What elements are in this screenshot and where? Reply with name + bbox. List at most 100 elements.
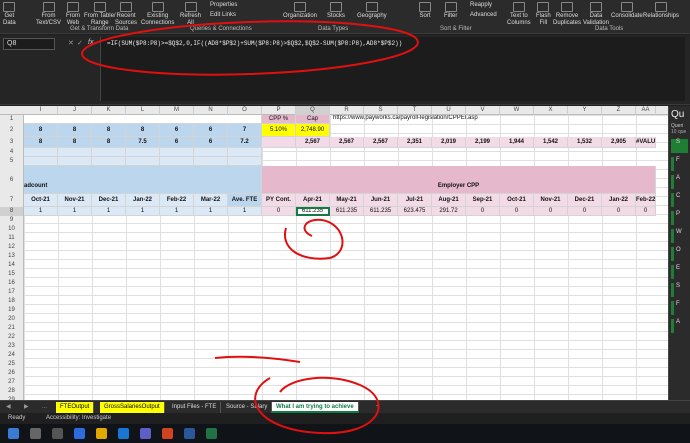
row-header[interactable]: 26 <box>0 369 24 378</box>
query-item[interactable]: W <box>671 229 688 243</box>
cap-label[interactable]: Cap <box>296 115 330 124</box>
cell[interactable] <box>126 157 160 166</box>
cell[interactable]: 1,542 <box>534 137 568 148</box>
cell[interactable]: 1 <box>24 207 58 216</box>
row-header[interactable]: 20 <box>0 315 24 324</box>
query-item[interactable]: A <box>671 319 688 333</box>
ribbon-button[interactable]: Existing Connections <box>141 2 174 27</box>
row-header[interactable]: 15 <box>0 270 24 279</box>
start-icon[interactable] <box>8 428 19 439</box>
query-item[interactable]: F <box>671 157 688 171</box>
cell[interactable] <box>194 148 228 157</box>
month-header[interactable]: Nov-21 <box>58 194 92 207</box>
cell[interactable] <box>58 157 92 166</box>
tab-scroll-right-icon[interactable]: ▶ <box>20 402 33 413</box>
column-header[interactable]: T <box>398 106 432 115</box>
cell[interactable]: 1,532 <box>568 137 602 148</box>
ribbon-button[interactable]: Get Data <box>3 2 16 27</box>
month-header[interactable]: Sep-21 <box>466 194 500 207</box>
ribbon-button[interactable]: Data Validation <box>583 2 609 27</box>
month-header[interactable]: Dec-21 <box>568 194 602 207</box>
column-header[interactable]: J <box>58 106 92 115</box>
column-header[interactable]: P <box>262 106 296 115</box>
month-header[interactable]: Jul-21 <box>398 194 432 207</box>
cell[interactable]: 8 <box>24 124 58 137</box>
cell[interactable]: 8 <box>126 124 160 137</box>
cell[interactable]: 7.2 <box>228 137 262 148</box>
accessibility-status[interactable]: Accessibility: Investigate <box>46 413 111 424</box>
column-header[interactable]: S <box>364 106 398 115</box>
month-header[interactable]: Oct-21 <box>500 194 534 207</box>
month-header[interactable]: Jun-21 <box>364 194 398 207</box>
cap-value[interactable]: 2,748.90 <box>296 124 330 137</box>
column-header[interactable]: N <box>194 106 228 115</box>
worksheet[interactable]: I J K L M N O P Q R S T U V W X Y Z AA 1 2 3 4 5 6 7 8 9 10 11 12 13 14… <box>0 106 668 400</box>
ribbon-button[interactable]: Stocks <box>327 2 345 20</box>
tab-scroll-left-icon[interactable]: ◀ <box>2 402 15 413</box>
teams-icon[interactable] <box>140 428 151 439</box>
row-header[interactable]: 19 <box>0 306 24 315</box>
tab-more[interactable]: ... <box>38 402 51 413</box>
cell[interactable]: 8 <box>24 137 58 148</box>
cell[interactable]: 1,944 <box>500 137 534 148</box>
column-header[interactable]: AA <box>636 106 656 115</box>
cell[interactable]: 6 <box>160 124 194 137</box>
active-cell-q8[interactable]: 611.235 <box>296 207 330 216</box>
row-header[interactable]: 27 <box>0 378 24 387</box>
query-item[interactable]: A <box>671 175 688 189</box>
add-sheet-button[interactable]: + <box>372 402 384 413</box>
column-header[interactable]: U <box>432 106 466 115</box>
file-explorer-icon[interactable] <box>96 428 107 439</box>
month-header[interactable]: Feb-22 <box>160 194 194 207</box>
cell[interactable]: 0 <box>568 207 602 216</box>
cell[interactable] <box>92 157 126 166</box>
cell[interactable] <box>194 157 228 166</box>
cell[interactable]: 1 <box>58 207 92 216</box>
row-header[interactable]: 8 <box>0 207 24 216</box>
ribbon-button[interactable]: Organization <box>283 2 317 20</box>
cell[interactable]: 2,019 <box>432 137 466 148</box>
cancel-icon[interactable]: ✕ <box>68 39 74 47</box>
search-icon[interactable] <box>30 428 41 439</box>
ribbon-button[interactable]: From Web <box>66 2 80 27</box>
month-header[interactable]: Oct-21 <box>24 194 58 207</box>
column-header[interactable]: X <box>534 106 568 115</box>
column-header[interactable]: Z <box>602 106 636 115</box>
cell[interactable]: 1 <box>228 207 262 216</box>
row-header[interactable]: 11 <box>0 234 24 243</box>
ribbon-button[interactable]: Flash Fill <box>536 2 551 27</box>
cell[interactable]: 2,567 <box>296 137 330 148</box>
row-header[interactable]: 25 <box>0 360 24 369</box>
ribbon-button[interactable]: Relationships <box>643 2 679 20</box>
month-header[interactable]: Nov-21 <box>534 194 568 207</box>
cell[interactable]: 0 <box>262 207 296 216</box>
query-item[interactable]: P <box>671 211 688 225</box>
row-header[interactable]: 2 <box>0 124 24 137</box>
ribbon-button[interactable]: From Table/ Range <box>84 2 116 27</box>
enter-icon[interactable]: ✓ <box>77 39 83 47</box>
column-header[interactable]: W <box>500 106 534 115</box>
row-header[interactable]: 21 <box>0 324 24 333</box>
cell[interactable]: #VALUE! <box>636 137 656 148</box>
month-header[interactable]: Mar-22 <box>194 194 228 207</box>
row-header[interactable]: 18 <box>0 297 24 306</box>
cell[interactable] <box>228 148 262 157</box>
cell[interactable]: 8 <box>58 124 92 137</box>
ribbon-button[interactable]: Refresh All <box>180 2 201 27</box>
cell[interactable]: 6 <box>194 137 228 148</box>
cell[interactable]: 1 <box>92 207 126 216</box>
cell[interactable]: 611.235 <box>364 207 398 216</box>
month-header[interactable]: Aug-21 <box>432 194 466 207</box>
row-header[interactable]: 1 <box>0 115 24 124</box>
cell[interactable]: 1 <box>160 207 194 216</box>
cell[interactable]: 0 <box>500 207 534 216</box>
cell[interactable] <box>160 148 194 157</box>
cell[interactable]: 0 <box>602 207 636 216</box>
row-header[interactable]: 12 <box>0 243 24 252</box>
ribbon-button[interactable]: Remove Duplicates <box>553 2 581 27</box>
column-header[interactable]: K <box>92 106 126 115</box>
query-item[interactable]: S <box>671 139 688 153</box>
row-header[interactable]: 9 <box>0 216 24 225</box>
cell[interactable]: 6 <box>194 124 228 137</box>
row-header[interactable]: 6 <box>0 166 24 194</box>
